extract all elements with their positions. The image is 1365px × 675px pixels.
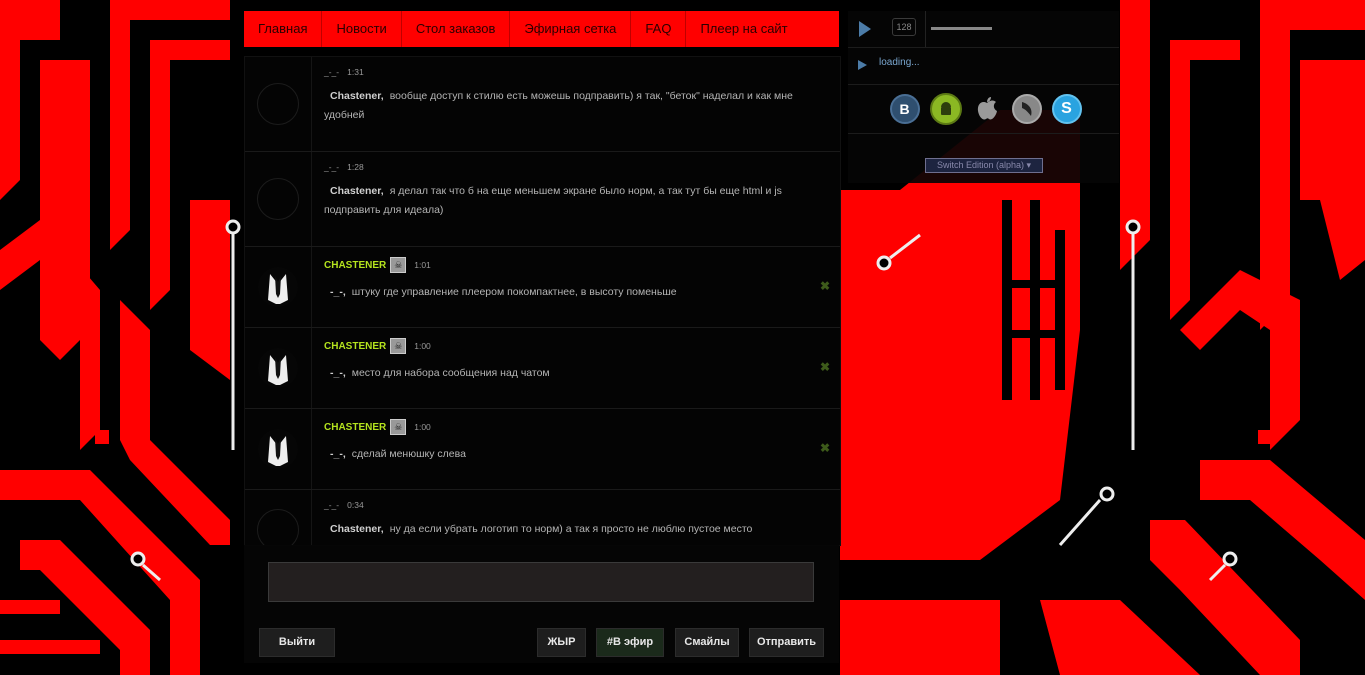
message-recipient[interactable]: Chastener, — [330, 185, 384, 197]
switch-edition-dropdown[interactable]: Switch Edition (alpha) ▾ — [925, 158, 1043, 173]
chat-message: _-_- 1:31 Chastener, вообще доступ к стилю… — [245, 57, 840, 152]
winamp-icon[interactable] — [1011, 94, 1042, 124]
avatar[interactable] — [258, 348, 298, 388]
send-button[interactable]: Отправить — [749, 628, 824, 657]
android-icon[interactable] — [929, 93, 962, 125]
nav-home[interactable]: Главная — [244, 11, 323, 47]
message-text: штуку где управление плеером покомпактне… — [351, 286, 677, 298]
chat-message: CHASTENER ☠ 1:00 -_-, сделай менюшку слева … — [245, 409, 840, 490]
message-recipient[interactable]: -_-, — [330, 367, 346, 379]
avatar[interactable] — [257, 178, 299, 220]
message-text: сделай менюшку слева — [351, 448, 466, 460]
nav-schedule[interactable]: Эфирная сетка — [510, 11, 632, 47]
message-time: 1:00 — [414, 422, 431, 432]
nav-player-embed[interactable]: Плеер на сайт — [686, 11, 801, 47]
chat-message: _-_- 1:28 Chastener, я делал так что б на … — [245, 152, 840, 247]
tuxedo-avatar-icon — [268, 436, 288, 466]
now-playing-status: loading... — [879, 57, 920, 68]
avatar[interactable] — [257, 509, 299, 545]
message-time: 1:31 — [347, 67, 364, 77]
message-composer: Выйти ЖЫР #В эфир Смайлы Отправить — [244, 545, 839, 663]
bitrate-selector[interactable]: 128 — [892, 18, 916, 36]
message-time: 1:28 — [347, 162, 364, 172]
message-time: 1:01 — [414, 260, 431, 270]
tuxedo-avatar-icon — [268, 274, 288, 304]
message-time: 0:34 — [347, 500, 364, 510]
player-controls: 128 — [848, 11, 1119, 48]
radio-player: 128 loading... В S Switch Edition (alpha… — [848, 11, 1119, 183]
message-time: 1:00 — [414, 341, 431, 351]
chat-message: CHASTENER ☠ 1:01 -_-, штуку где управление … — [245, 247, 840, 328]
chat-message: _-_- 0:34 Chastener, ну да если убрать лог… — [245, 490, 840, 545]
message-text: ну да если убрать логотип то норм) а так… — [389, 523, 753, 535]
message-author[interactable]: CHASTENER — [324, 422, 386, 433]
message-text: я делал так что б на еще меньшем экране … — [324, 185, 782, 216]
play-small-icon — [858, 60, 867, 70]
skype-icon[interactable]: S — [1051, 94, 1082, 124]
message-recipient[interactable]: Chastener, — [330, 523, 384, 535]
avatar[interactable] — [258, 429, 298, 469]
platform-links: В S — [848, 85, 1119, 134]
top-navigation: Главная Новости Стол заказов Эфирная сет… — [244, 11, 839, 47]
apple-icon[interactable] — [972, 94, 1002, 124]
tuxedo-avatar-icon — [268, 355, 288, 385]
nav-orders[interactable]: Стол заказов — [402, 11, 511, 47]
message-text: место для набора сообщения над чатом — [351, 367, 550, 379]
skull-badge-icon: ☠ — [390, 338, 407, 354]
message-author[interactable]: _-_- — [324, 67, 339, 77]
chat-feed[interactable]: _-_- 1:31 Chastener, вообще доступ к стилю… — [244, 56, 841, 546]
delete-message-icon[interactable]: ✖ — [820, 360, 830, 374]
play-icon[interactable] — [859, 21, 871, 37]
on-air-button[interactable]: #В эфир — [596, 628, 664, 657]
nav-faq[interactable]: FAQ — [631, 11, 687, 47]
delete-message-icon[interactable]: ✖ — [820, 279, 830, 293]
message-input[interactable] — [268, 562, 814, 602]
skull-badge-icon: ☠ — [390, 419, 407, 435]
message-text: вообще доступ к стилю есть можешь подпра… — [324, 90, 793, 121]
message-recipient[interactable]: -_-, — [330, 286, 346, 298]
message-author[interactable]: CHASTENER — [324, 341, 386, 352]
logout-button[interactable]: Выйти — [259, 628, 335, 657]
now-playing: loading... — [848, 48, 1119, 85]
avatar[interactable] — [258, 267, 298, 307]
message-author[interactable]: _-_- — [324, 500, 339, 510]
nav-news[interactable]: Новости — [322, 11, 402, 47]
skull-badge-icon: ☠ — [390, 257, 407, 273]
avatar[interactable] — [257, 83, 299, 125]
smileys-button[interactable]: Смайлы — [675, 628, 739, 657]
message-author[interactable]: _-_- — [324, 162, 339, 172]
vk-icon[interactable]: В — [889, 94, 920, 124]
message-recipient[interactable]: Chastener, — [330, 90, 384, 102]
message-recipient[interactable]: -_-, — [330, 448, 346, 460]
chat-message: CHASTENER ☠ 1:00 -_-, место для набора сооб… — [245, 328, 840, 409]
delete-message-icon[interactable]: ✖ — [820, 441, 830, 455]
divider — [925, 11, 926, 47]
volume-slider[interactable] — [931, 27, 992, 30]
message-author[interactable]: CHASTENER — [324, 260, 386, 271]
bold-button[interactable]: ЖЫР — [537, 628, 586, 657]
